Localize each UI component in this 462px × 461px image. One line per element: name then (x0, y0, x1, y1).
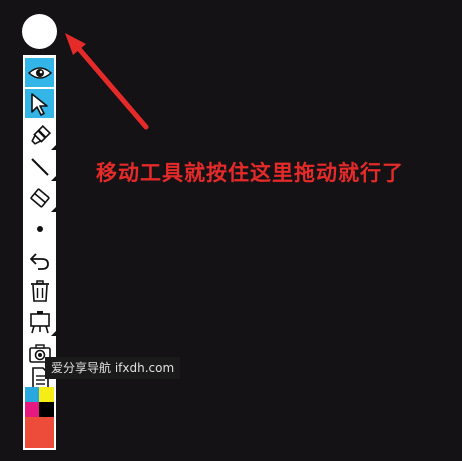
cursor-icon (30, 92, 48, 116)
annotation-text: 移动工具就按住这里拖动就行了 (96, 161, 404, 185)
brush-size-tool[interactable] (25, 214, 54, 243)
board-tool[interactable] (25, 307, 57, 336)
easel-icon (29, 310, 50, 333)
submenu-indicator (51, 206, 57, 212)
eraser-icon (29, 188, 50, 207)
submenu-indicator (51, 330, 57, 336)
dot-icon (36, 225, 43, 232)
eye-tool[interactable] (25, 58, 54, 87)
clear-tool[interactable] (25, 276, 54, 305)
eye-icon (27, 66, 52, 79)
eraser-tool[interactable] (25, 183, 57, 212)
color-swatch-cyan[interactable] (25, 387, 39, 402)
line-icon (30, 157, 49, 176)
undo-icon (29, 252, 49, 270)
watermark: 爱分享导航 ifxdh.com (45, 357, 181, 379)
highlighter-tool[interactable] (25, 121, 57, 150)
current-color-swatch[interactable] (25, 417, 54, 448)
line-tool[interactable] (25, 152, 57, 181)
pointer-arrow (65, 33, 149, 130)
submenu-indicator (51, 144, 57, 150)
toolbar (23, 55, 57, 450)
drag-handle[interactable] (22, 14, 57, 49)
cursor-tool[interactable] (25, 89, 54, 118)
undo-tool[interactable] (25, 245, 54, 274)
color-swatch-yellow[interactable] (39, 387, 54, 402)
color-swatch-black[interactable] (39, 402, 54, 417)
highlighter-icon (30, 124, 51, 145)
trash-icon (30, 279, 49, 302)
submenu-indicator (51, 175, 57, 181)
color-swatch-magenta[interactable] (25, 402, 39, 417)
